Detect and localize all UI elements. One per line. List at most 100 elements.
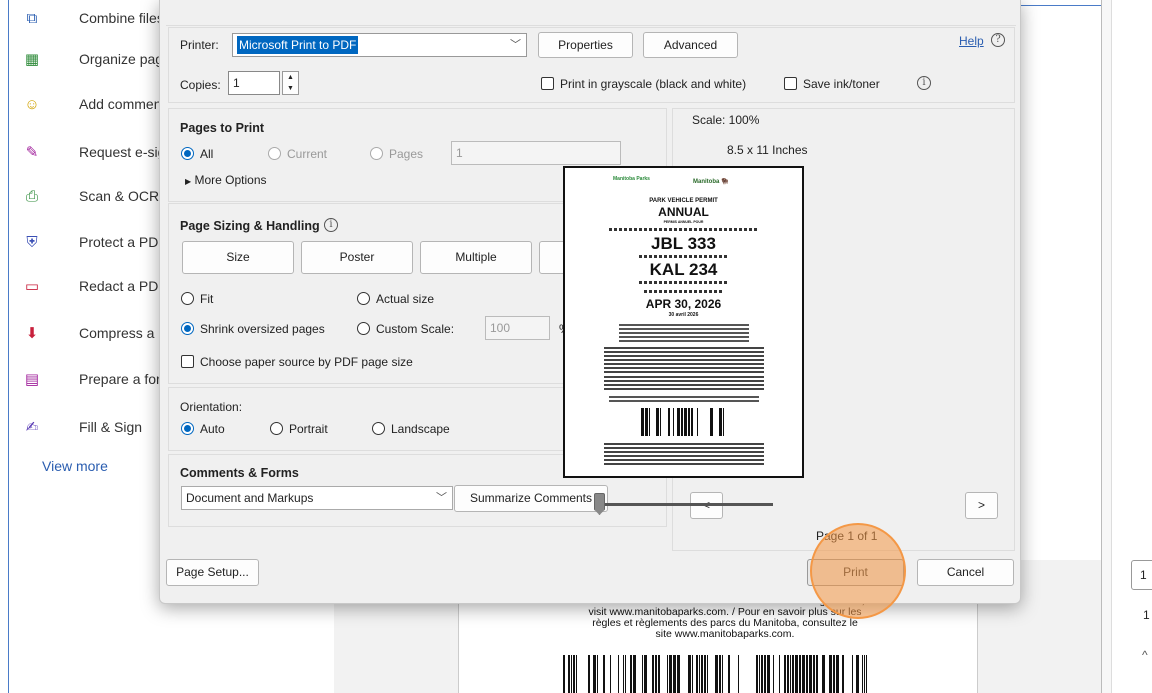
pages-to-print-title: Pages to Print xyxy=(180,121,265,135)
barcode-bar xyxy=(656,408,659,436)
barcode-bar xyxy=(856,655,859,693)
fine-print xyxy=(643,290,724,293)
comments-forms-value: Document and Markups xyxy=(186,491,314,505)
all-pages-radio[interactable] xyxy=(181,147,194,160)
size-button[interactable]: Size xyxy=(182,241,294,274)
portrait-label: Portrait xyxy=(289,422,328,436)
tool-item-label[interactable]: Request e-signatures xyxy=(79,144,159,160)
barcode-bar xyxy=(618,655,619,693)
form-icon: ▤ xyxy=(24,371,40,388)
barcode-bar xyxy=(738,655,739,693)
barcode-bar xyxy=(673,655,676,693)
portrait-radio[interactable] xyxy=(270,422,283,435)
more-options-toggle[interactable]: ▶ More Options xyxy=(185,173,267,187)
chevron-down-icon: ﹀ xyxy=(436,492,447,504)
barcode-bar xyxy=(641,408,644,436)
barcode-bar xyxy=(787,655,789,693)
barcode-bar xyxy=(655,655,657,693)
organize-icon: ▦ xyxy=(24,51,40,68)
barcode-bar xyxy=(795,655,798,693)
print-button[interactable]: Print xyxy=(807,559,904,586)
barcode-bar xyxy=(697,408,698,436)
barcode-bar xyxy=(728,655,730,693)
barcode-bar xyxy=(866,655,867,693)
cancel-button[interactable]: Cancel xyxy=(917,559,1014,586)
barcode-bar xyxy=(597,655,598,693)
pages-range-radio[interactable] xyxy=(370,147,383,160)
fill-sign-icon: ✍ xyxy=(25,419,39,436)
actual-size-label: Actual size xyxy=(376,292,435,306)
preview-slider-track[interactable] xyxy=(595,503,773,506)
chevron-up-icon[interactable]: ^ xyxy=(1142,648,1148,662)
shrink-radio[interactable] xyxy=(181,322,194,335)
document-line: site www.manitobaparks.com. xyxy=(655,628,795,640)
save-ink-checkbox[interactable] xyxy=(784,77,797,90)
barcode-bar xyxy=(568,655,570,693)
info-icon[interactable]: i xyxy=(324,218,338,232)
fit-radio[interactable] xyxy=(181,292,194,305)
printer-select[interactable]: Microsoft Print to PDF ﹀ xyxy=(232,33,527,57)
tool-item-label[interactable]: Protect a PDF xyxy=(79,234,159,250)
multiple-button[interactable]: Multiple xyxy=(420,241,532,274)
barcode-bar xyxy=(829,655,832,693)
tool-item-label[interactable]: Scan & OCR xyxy=(79,188,159,204)
copies-input[interactable]: 1 xyxy=(228,71,280,95)
tool-item-label[interactable]: Compress a PDF xyxy=(79,325,159,341)
help-icon[interactable]: ? xyxy=(991,33,1005,47)
barcode-bar xyxy=(710,408,713,436)
help-link[interactable]: Help xyxy=(959,34,984,48)
ticket-barcode xyxy=(641,408,724,436)
permit-annual-fr: PERMIS ANNUEL POUR xyxy=(663,220,704,224)
copies-stepper[interactable]: ▲ ▼ xyxy=(282,71,299,95)
barcode-bar xyxy=(692,655,693,693)
page-setup-button[interactable]: Page Setup... xyxy=(166,559,259,586)
info-icon[interactable]: i xyxy=(917,76,931,90)
triangle-right-icon: ▶ xyxy=(185,177,192,186)
custom-scale-input[interactable]: 100 xyxy=(485,316,550,340)
printer-label: Printer: xyxy=(180,38,219,52)
page-number-input[interactable]: 1 xyxy=(1131,560,1152,590)
tool-item-label[interactable]: Redact a PDF xyxy=(79,278,159,294)
pages-range-input[interactable]: 1 xyxy=(451,141,621,165)
paper-size-label: 8.5 x 11 Inches xyxy=(727,143,808,157)
barcode-bar xyxy=(790,655,791,693)
comments-forms-select[interactable]: Document and Markups ﹀ xyxy=(181,486,453,510)
parks-logo: Manitoba Parks xyxy=(613,176,650,182)
barcode-bar xyxy=(792,655,794,693)
expiry-date-fr: 30 avril 2026 xyxy=(668,312,699,318)
barcode-bar xyxy=(784,655,786,693)
custom-scale-radio[interactable] xyxy=(357,322,370,335)
tool-item-label[interactable]: Fill & Sign xyxy=(79,419,159,435)
auto-orientation-radio[interactable] xyxy=(181,422,194,435)
grayscale-checkbox[interactable] xyxy=(541,77,554,90)
fine-print-block xyxy=(608,396,759,404)
permit-annual: ANNUAL xyxy=(658,205,709,219)
scan-icon: ⎙ xyxy=(25,188,38,205)
tool-item-label[interactable]: Organize pages xyxy=(79,51,159,67)
barcode-bar xyxy=(644,655,647,693)
summarize-comments-button[interactable]: Summarize Comments xyxy=(454,485,608,512)
tool-item-label[interactable]: Prepare a form xyxy=(79,371,159,387)
properties-button[interactable]: Properties xyxy=(538,32,633,58)
dialog-top-strip xyxy=(166,6,1016,26)
tool-item-label[interactable]: Combine files xyxy=(79,10,159,26)
actual-size-radio[interactable] xyxy=(357,292,370,305)
barcode-bar xyxy=(802,655,805,693)
barcode-bar xyxy=(645,408,648,436)
view-more-link[interactable]: View more xyxy=(42,458,108,474)
barcode-bar xyxy=(764,655,766,693)
paper-source-checkbox[interactable] xyxy=(181,355,194,368)
barcode-bar xyxy=(722,655,723,693)
barcode-bar xyxy=(809,655,812,693)
copies-label: Copies: xyxy=(180,78,221,92)
landscape-radio[interactable] xyxy=(372,422,385,435)
barcode-bar xyxy=(677,655,680,693)
advanced-button[interactable]: Advanced xyxy=(643,32,738,58)
barcode-bar xyxy=(816,655,818,693)
tool-item-label[interactable]: Add comments xyxy=(79,96,159,112)
fine-print-block xyxy=(603,376,764,392)
current-page-radio[interactable] xyxy=(268,147,281,160)
document-scrollbar[interactable] xyxy=(1101,0,1111,693)
next-page-button[interactable]: > xyxy=(965,492,998,519)
poster-button[interactable]: Poster xyxy=(301,241,413,274)
